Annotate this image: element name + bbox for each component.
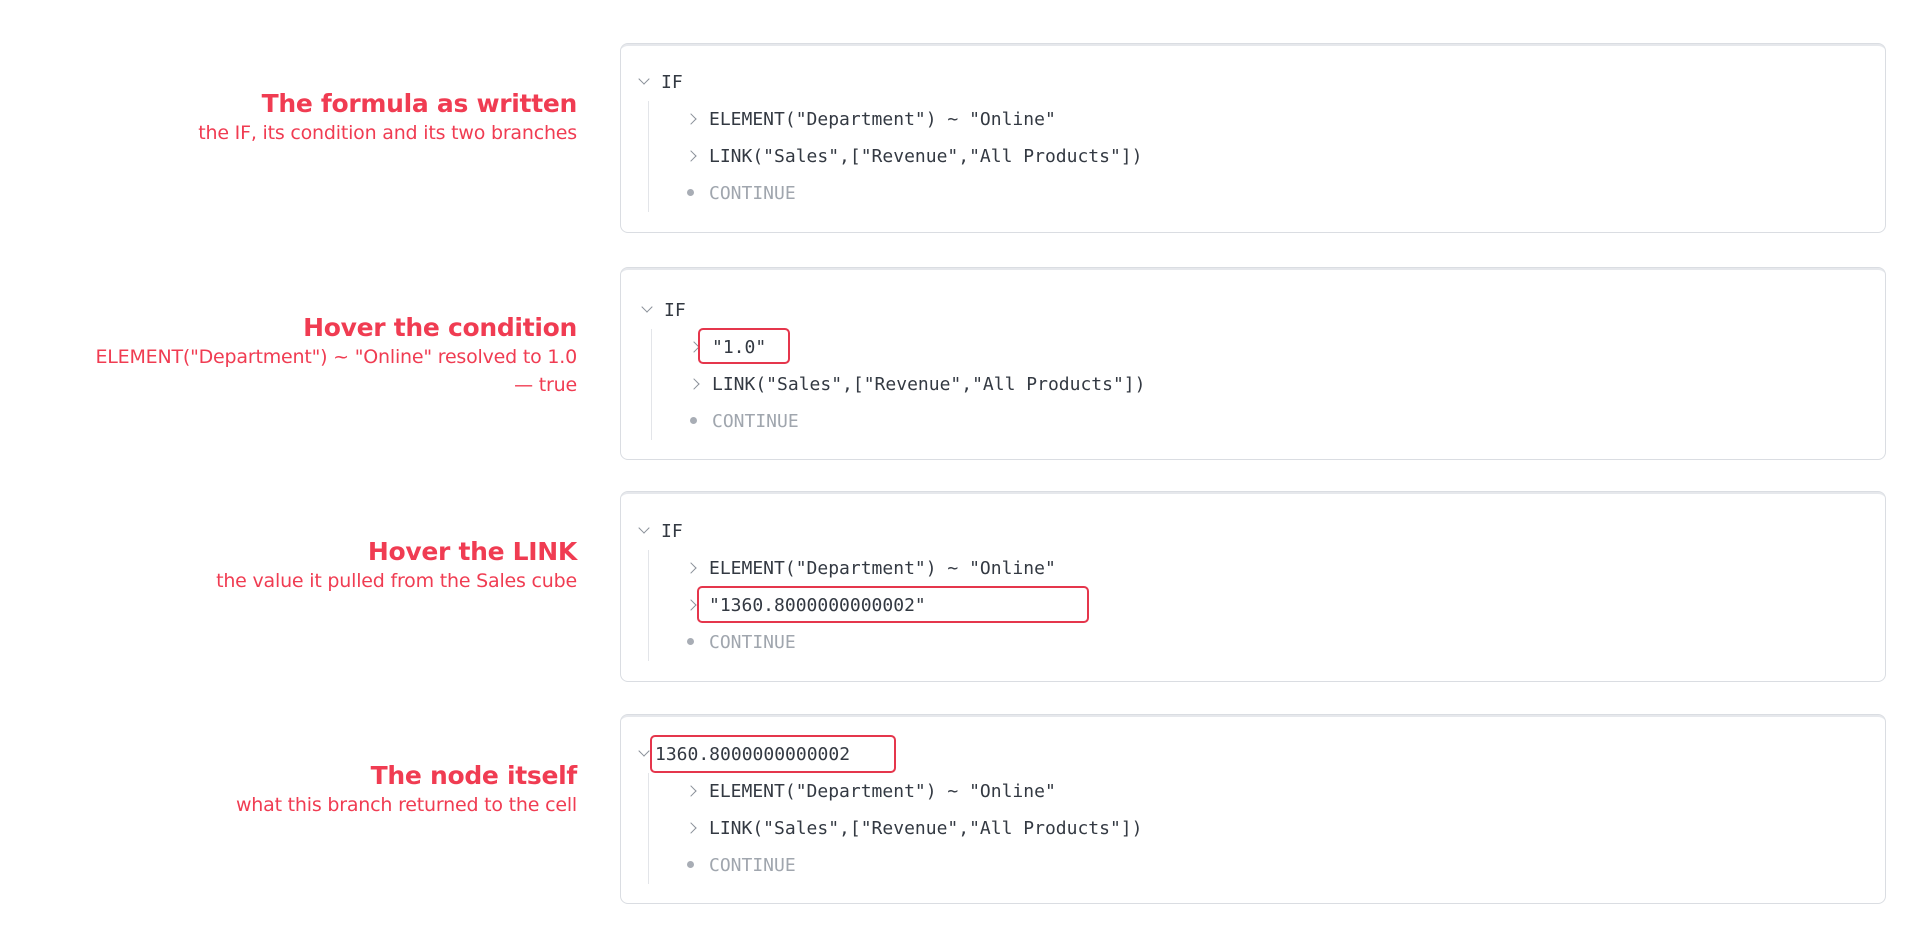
bullet-icon xyxy=(687,189,694,196)
tree-node-link[interactable]: LINK("Sales",["Revenue","All Products"]) xyxy=(687,810,1142,847)
node-label: CONTINUE xyxy=(709,855,796,876)
formula-tree: 1360.8000000000002 ELEMENT("Department")… xyxy=(639,735,1142,884)
chevron-down-icon[interactable] xyxy=(639,524,649,534)
hover-value: "1.0" xyxy=(712,337,767,358)
formula-tree-panel: IF "1.0" LINK("Sales",["Revenue","All Pr… xyxy=(620,267,1886,460)
chevron-right-icon[interactable] xyxy=(690,379,700,389)
caption-subtitle: the IF, its condition and its two branch… xyxy=(198,122,577,144)
tree-node-condition[interactable]: ELEMENT("Department") ~ "Online" xyxy=(687,550,1056,587)
chevron-right-icon[interactable] xyxy=(687,600,697,610)
caption-1: The formula as written the IF, its condi… xyxy=(17,89,577,147)
caption-title: Hover the LINK xyxy=(367,537,577,566)
chevron-down-icon[interactable] xyxy=(639,75,649,85)
bullet-icon xyxy=(690,417,697,424)
caption-4: The node itself what this branch returne… xyxy=(17,761,577,819)
node-label: IF xyxy=(661,521,683,542)
caption-subtitle: the value it pulled from the Sales cube xyxy=(216,570,577,592)
caption-subtitle: ELEMENT("Department") ~ "Online" resolve… xyxy=(17,343,577,399)
bullet-icon xyxy=(687,861,694,868)
tree-node-condition-hovered[interactable]: "1.0" xyxy=(690,328,1145,366)
formula-tree: IF "1.0" LINK("Sales",["Revenue","All Pr… xyxy=(642,292,1145,440)
node-label: LINK("Sales",["Revenue","All Products"]) xyxy=(709,146,1143,167)
bullet-icon xyxy=(687,638,694,645)
tree-children: ELEMENT("Department") ~ "Online" LINK("S… xyxy=(648,101,1142,212)
chevron-down-icon[interactable] xyxy=(639,747,649,757)
tree-node-continue[interactable]: CONTINUE xyxy=(687,624,1056,661)
chevron-right-icon[interactable] xyxy=(687,823,697,833)
tree-node-if[interactable]: IF xyxy=(639,513,1056,550)
node-label: IF xyxy=(661,72,683,93)
node-label: CONTINUE xyxy=(712,411,799,432)
tree-children: "1.0" LINK("Sales",["Revenue","All Produ… xyxy=(651,328,1145,440)
chevron-down-icon[interactable] xyxy=(642,303,652,313)
node-label: IF xyxy=(664,300,686,321)
chevron-right-icon[interactable] xyxy=(690,342,700,352)
tree-node-continue[interactable]: CONTINUE xyxy=(690,403,1145,440)
caption-3: Hover the LINK the value it pulled from … xyxy=(17,537,577,595)
chevron-right-icon[interactable] xyxy=(687,786,697,796)
node-label: ELEMENT("Department") ~ "Online" xyxy=(709,781,1056,802)
formula-tree-panel: 1360.8000000000002 ELEMENT("Department")… xyxy=(620,714,1886,904)
node-label: LINK("Sales",["Revenue","All Products"]) xyxy=(709,818,1143,839)
formula-tree: IF ELEMENT("Department") ~ "Online" "136… xyxy=(639,513,1089,661)
tree-node-root-hovered[interactable]: 1360.8000000000002 xyxy=(639,735,1142,773)
caption-subtitle: what this branch returned to the cell xyxy=(235,794,577,816)
tree-node-if[interactable]: IF xyxy=(639,64,1142,101)
tree-children: ELEMENT("Department") ~ "Online" "1360.8… xyxy=(648,550,1089,661)
caption-subtitle-line1: ELEMENT("Department") ~ "Online" resolve… xyxy=(95,346,577,368)
hover-value: "1360.8000000000002" xyxy=(709,595,926,616)
caption-subtitle-line2: — true xyxy=(514,374,577,396)
formula-tree: IF ELEMENT("Department") ~ "Online" LINK… xyxy=(639,64,1142,212)
caption-title: Hover the condition xyxy=(303,313,577,342)
caption-2: Hover the condition ELEMENT("Department"… xyxy=(17,313,577,399)
tree-node-continue[interactable]: CONTINUE xyxy=(687,847,1142,884)
tree-node-if[interactable]: IF xyxy=(642,292,1145,329)
tree-node-condition[interactable]: ELEMENT("Department") ~ "Online" xyxy=(687,101,1142,138)
node-label: CONTINUE xyxy=(709,183,796,204)
hover-value: 1360.8000000000002 xyxy=(655,744,851,765)
caption-title: The node itself xyxy=(370,761,578,790)
chevron-right-icon[interactable] xyxy=(687,151,697,161)
node-label: ELEMENT("Department") ~ "Online" xyxy=(709,109,1056,130)
tree-node-link[interactable]: LINK("Sales",["Revenue","All Products"]) xyxy=(687,138,1142,175)
tree-node-condition[interactable]: ELEMENT("Department") ~ "Online" xyxy=(687,773,1142,810)
chevron-right-icon[interactable] xyxy=(687,114,697,124)
node-label: LINK("Sales",["Revenue","All Products"]) xyxy=(712,374,1146,395)
formula-tree-panel: IF ELEMENT("Department") ~ "Online" "136… xyxy=(620,491,1886,682)
tree-node-link-hovered[interactable]: "1360.8000000000002" xyxy=(687,586,1089,624)
tree-children: ELEMENT("Department") ~ "Online" LINK("S… xyxy=(648,773,1142,884)
caption-title: The formula as written xyxy=(261,89,578,118)
chevron-right-icon[interactable] xyxy=(687,563,697,573)
tree-node-continue[interactable]: CONTINUE xyxy=(687,175,1142,212)
formula-tree-panel: IF ELEMENT("Department") ~ "Online" LINK… xyxy=(620,43,1886,233)
node-label: ELEMENT("Department") ~ "Online" xyxy=(709,558,1056,579)
node-label: CONTINUE xyxy=(709,632,796,653)
tree-node-link[interactable]: LINK("Sales",["Revenue","All Products"]) xyxy=(690,366,1145,403)
